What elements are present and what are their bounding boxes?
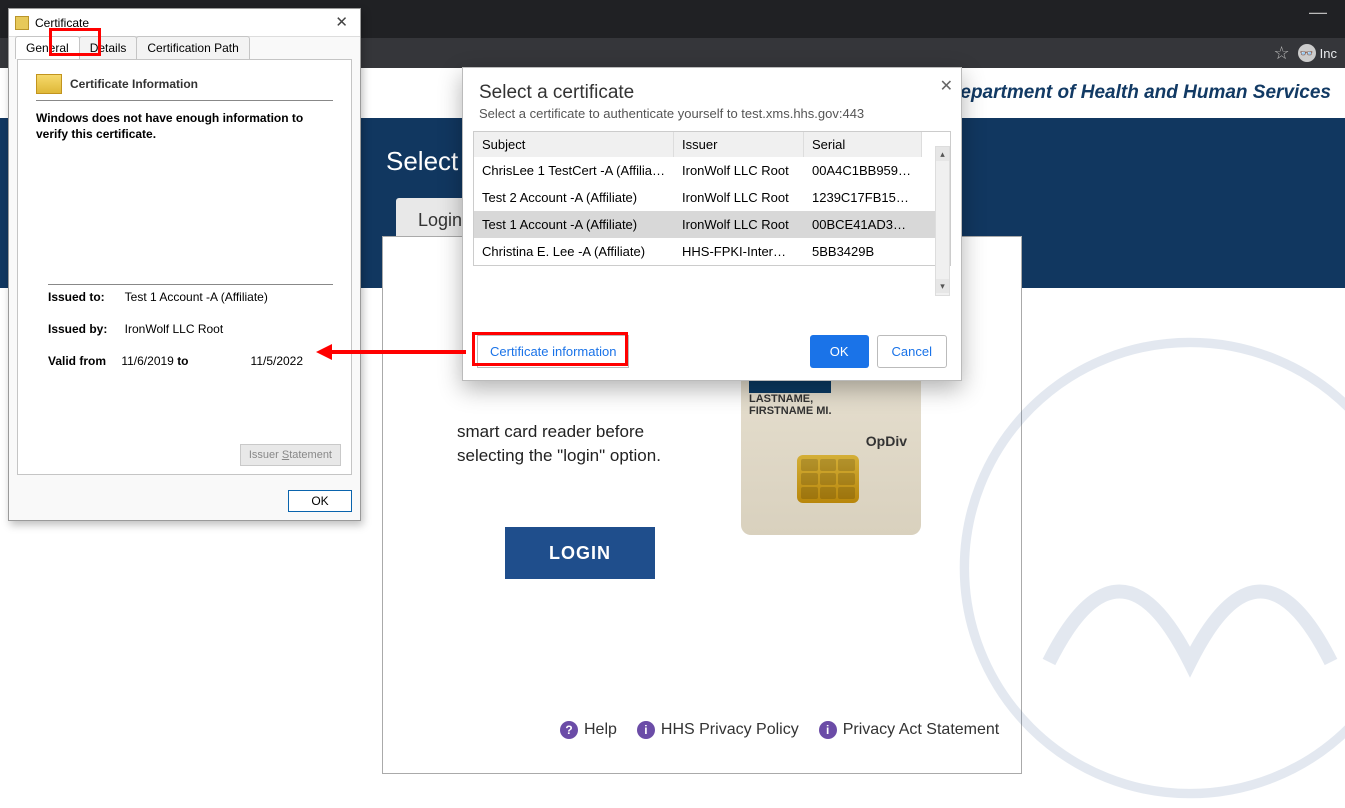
- valid-to-label: to: [177, 354, 247, 368]
- footer-privacy-policy[interactable]: iHHS Privacy Policy: [637, 721, 799, 739]
- scrollbar[interactable]: ▴▾: [935, 146, 950, 296]
- valid-from-value: 11/6/2019: [121, 354, 174, 368]
- help-icon: ?: [560, 721, 578, 739]
- table-row[interactable]: Christina E. Lee -A (Affiliate)HHS-FPKI-…: [474, 238, 950, 265]
- issuer-statement-button: Issuer Statement: [240, 444, 341, 466]
- table-header: Subject Issuer Serial: [474, 132, 950, 157]
- certificate-table: Subject Issuer Serial ChrisLee 1 TestCer…: [473, 131, 951, 266]
- close-icon[interactable]: ✕: [940, 76, 953, 96]
- certificate-icon: [36, 74, 62, 94]
- bookmark-star-icon[interactable]: ☆: [1274, 43, 1290, 64]
- certificate-properties-dialog: Certificate ✕ General Details Certificat…: [8, 8, 361, 521]
- piv-name: LASTNAME, FIRSTNAME MI.: [749, 393, 913, 417]
- certificate-icon: [15, 16, 29, 30]
- cert-fields: Issued to: Test 1 Account -A (Affiliate)…: [48, 290, 333, 386]
- ok-button[interactable]: OK: [810, 335, 869, 368]
- info-icon: i: [819, 721, 837, 739]
- issued-by-label: Issued by:: [48, 322, 118, 336]
- cancel-button[interactable]: Cancel: [877, 335, 947, 368]
- valid-to-value: 11/5/2022: [251, 354, 304, 368]
- login-instructions: smart card reader before selecting the "…: [457, 420, 667, 468]
- issued-to-value: Test 1 Account -A (Affiliate): [125, 290, 268, 304]
- login-button[interactable]: LOGIN: [505, 527, 655, 579]
- col-subject[interactable]: Subject: [474, 132, 674, 157]
- col-serial[interactable]: Serial: [804, 132, 922, 157]
- issued-to-label: Issued to:: [48, 290, 118, 304]
- piv-chip-icon: [797, 455, 859, 503]
- dept-title: U.S. Department of Health and Human Serv…: [904, 82, 1331, 104]
- cert-warning: Windows does not have enough information…: [36, 111, 333, 142]
- incognito-icon: 👓: [1298, 44, 1316, 62]
- ok-button[interactable]: OK: [288, 490, 352, 512]
- table-row-selected[interactable]: Test 1 Account -A (Affiliate)IronWolf LL…: [474, 211, 950, 238]
- cert-info-heading: Certificate Information: [36, 74, 333, 94]
- footer-links: ?Help iHHS Privacy Policy iPrivacy Act S…: [560, 721, 999, 739]
- scroll-up-icon[interactable]: ▴: [936, 147, 949, 161]
- close-icon[interactable]: ✕: [327, 11, 356, 33]
- instruction-line: selecting the "login" option.: [457, 446, 661, 465]
- incognito-label: Inc: [1320, 46, 1337, 61]
- piv-opdiv: OpDiv: [866, 433, 907, 449]
- col-issuer[interactable]: Issuer: [674, 132, 804, 157]
- instruction-line: smart card reader before: [457, 422, 644, 441]
- incognito-badge: 👓 Inc: [1298, 44, 1337, 62]
- table-row[interactable]: ChrisLee 1 TestCert -A (Affiliate)IronWo…: [474, 157, 950, 184]
- tab-certification-path[interactable]: Certification Path: [136, 36, 249, 59]
- hhs-watermark: [955, 333, 1345, 803]
- valid-from-label: Valid from: [48, 354, 118, 368]
- divider: [48, 284, 333, 285]
- divider: [36, 100, 333, 101]
- footer-help[interactable]: ?Help: [560, 721, 617, 739]
- scroll-down-icon[interactable]: ▾: [936, 279, 949, 293]
- annotation-box-details-tab: [49, 28, 101, 56]
- table-row[interactable]: Test 2 Account -A (Affiliate)IronWolf LL…: [474, 184, 950, 211]
- annotation-arrow: [316, 342, 472, 362]
- annotation-box-cert-info: [472, 332, 628, 366]
- tab-pane-general: Certificate Information Windows does not…: [17, 59, 352, 475]
- issued-by-value: IronWolf LLC Root: [125, 322, 224, 336]
- dialog-title: Select a certificate: [463, 68, 961, 106]
- info-icon: i: [637, 721, 655, 739]
- dialog-subtitle: Select a certificate to authenticate you…: [463, 106, 961, 131]
